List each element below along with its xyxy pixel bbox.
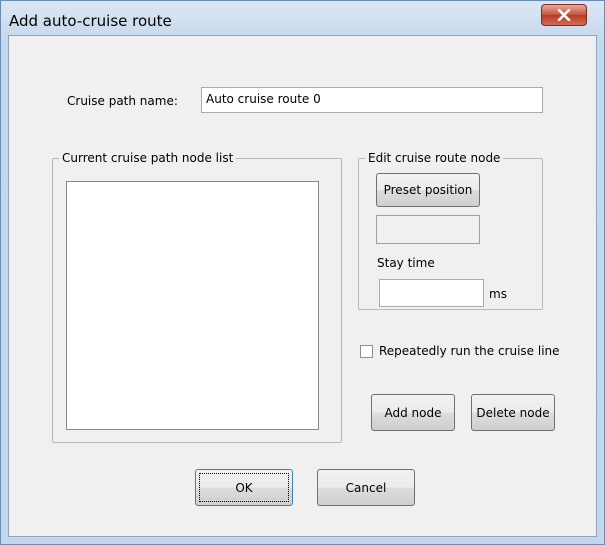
node-list-caption: Current cruise path node list [59,151,237,165]
focus-ring [199,473,289,502]
delete-node-button[interactable]: Delete node [471,394,555,431]
node-listbox[interactable] [66,181,319,430]
stay-time-label: Stay time [377,256,435,270]
title-bar[interactable]: Add auto-cruise route [1,1,604,35]
stay-time-unit: ms [489,287,507,301]
preset-position-field [376,215,480,244]
repeat-checkbox-label[interactable]: Repeatedly run the cruise line [379,344,560,358]
add-node-button[interactable]: Add node [371,394,455,431]
preset-position-button[interactable]: Preset position [376,173,480,207]
cruise-path-name-input[interactable]: Auto cruise route 0 [201,87,543,113]
close-button[interactable] [541,4,587,26]
dialog-window: Add auto-cruise route Cruise path name: … [0,0,605,545]
edit-node-caption: Edit cruise route node [365,151,504,165]
edit-node-groupbox: Edit cruise route node Preset position S… [358,151,543,310]
cruise-path-name-label: Cruise path name: [67,94,178,108]
repeat-checkbox[interactable] [360,345,373,358]
cancel-button[interactable]: Cancel [317,469,415,506]
node-list-groupbox: Current cruise path node list [52,151,342,443]
stay-time-input[interactable] [379,279,484,307]
close-icon [557,9,571,21]
window-title: Add auto-cruise route [9,12,172,30]
ok-button[interactable]: OK [195,469,293,506]
dialog-client-area: Cruise path name: Auto cruise route 0 Cu… [8,35,597,537]
